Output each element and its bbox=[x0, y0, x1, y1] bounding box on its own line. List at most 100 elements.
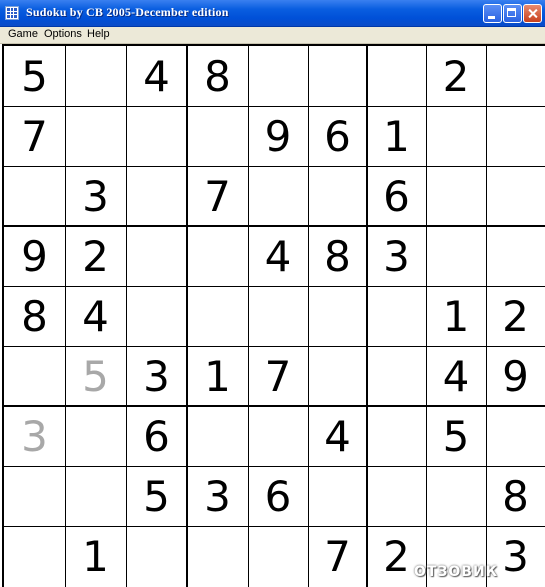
window-title: Sudoku by CB 2005-December edition bbox=[26, 5, 229, 19]
cell-r1-c5[interactable] bbox=[248, 46, 308, 106]
cell-r5-c8[interactable]: 1 bbox=[426, 286, 486, 346]
cell-r7-c7[interactable] bbox=[367, 406, 426, 466]
menu-game[interactable]: Game bbox=[8, 28, 38, 40]
cell-r8-c5[interactable]: 6 bbox=[248, 466, 308, 526]
cell-r8-c1[interactable] bbox=[4, 466, 65, 526]
maximize-button[interactable] bbox=[503, 4, 522, 23]
cell-r2-c6[interactable]: 6 bbox=[308, 106, 367, 166]
close-button[interactable] bbox=[523, 4, 542, 23]
box-divider-vertical bbox=[186, 46, 188, 587]
minimize-button[interactable] bbox=[483, 4, 502, 23]
cell-r7-c1[interactable]: 3 bbox=[4, 406, 65, 466]
menu-bar: Game Options Help bbox=[0, 27, 545, 44]
cell-r8-c7[interactable] bbox=[367, 466, 426, 526]
cell-divider-vertical bbox=[126, 46, 127, 587]
cell-r2-c5[interactable]: 9 bbox=[248, 106, 308, 166]
cell-r7-c8[interactable]: 5 bbox=[426, 406, 486, 466]
cell-r9-c2[interactable]: 1 bbox=[65, 526, 126, 587]
cell-r8-c6[interactable] bbox=[308, 466, 367, 526]
cell-r5-c6[interactable] bbox=[308, 286, 367, 346]
cell-r3-c5[interactable] bbox=[248, 166, 308, 226]
cell-r5-c2[interactable]: 4 bbox=[65, 286, 126, 346]
cell-r3-c3[interactable] bbox=[126, 166, 187, 226]
cell-r7-c2[interactable] bbox=[65, 406, 126, 466]
box-divider-horizontal bbox=[4, 405, 545, 407]
cell-r3-c2[interactable]: 3 bbox=[65, 166, 126, 226]
cell-r8-c9[interactable]: 8 bbox=[486, 466, 545, 526]
cell-r8-c8[interactable] bbox=[426, 466, 486, 526]
cell-r2-c4[interactable] bbox=[187, 106, 248, 166]
cell-r9-c1[interactable] bbox=[4, 526, 65, 587]
cell-r6-c9[interactable]: 9 bbox=[486, 346, 545, 406]
cell-r4-c7[interactable]: 3 bbox=[367, 226, 426, 286]
cell-r1-c1[interactable]: 5 bbox=[4, 46, 65, 106]
cell-r4-c2[interactable]: 2 bbox=[65, 226, 126, 286]
cell-r3-c9[interactable] bbox=[486, 166, 545, 226]
cell-divider-horizontal bbox=[4, 286, 545, 287]
cell-r2-c7[interactable]: 1 bbox=[367, 106, 426, 166]
cell-r1-c3[interactable]: 4 bbox=[126, 46, 187, 106]
cell-r6-c4[interactable]: 1 bbox=[187, 346, 248, 406]
cell-r7-c3[interactable]: 6 bbox=[126, 406, 187, 466]
menu-help[interactable]: Help bbox=[87, 28, 110, 40]
cell-r3-c6[interactable] bbox=[308, 166, 367, 226]
cell-r9-c3[interactable] bbox=[126, 526, 187, 587]
cell-r1-c8[interactable]: 2 bbox=[426, 46, 486, 106]
cell-r6-c6[interactable] bbox=[308, 346, 367, 406]
cell-r5-c4[interactable] bbox=[187, 286, 248, 346]
cell-r5-c1[interactable]: 8 bbox=[4, 286, 65, 346]
cell-r6-c3[interactable]: 3 bbox=[126, 346, 187, 406]
cell-r2-c2[interactable] bbox=[65, 106, 126, 166]
menu-options[interactable]: Options bbox=[44, 28, 82, 40]
cell-r6-c8[interactable]: 4 bbox=[426, 346, 486, 406]
cell-divider-horizontal bbox=[4, 346, 545, 347]
cell-r5-c5[interactable] bbox=[248, 286, 308, 346]
cell-r6-c2[interactable]: 5 bbox=[65, 346, 126, 406]
cell-r5-c9[interactable]: 2 bbox=[486, 286, 545, 346]
cell-r4-c5[interactable]: 4 bbox=[248, 226, 308, 286]
cell-r4-c1[interactable]: 9 bbox=[4, 226, 65, 286]
cell-r5-c3[interactable] bbox=[126, 286, 187, 346]
cell-r5-c7[interactable] bbox=[367, 286, 426, 346]
cell-r1-c4[interactable]: 8 bbox=[187, 46, 248, 106]
cell-r7-c9[interactable] bbox=[486, 406, 545, 466]
cell-r1-c7[interactable] bbox=[367, 46, 426, 106]
cell-r4-c3[interactable] bbox=[126, 226, 187, 286]
cell-divider-vertical bbox=[486, 46, 487, 587]
cell-r8-c4[interactable]: 3 bbox=[187, 466, 248, 526]
cell-r7-c4[interactable] bbox=[187, 406, 248, 466]
cell-divider-horizontal bbox=[4, 466, 545, 467]
cell-r4-c8[interactable] bbox=[426, 226, 486, 286]
cell-r3-c8[interactable] bbox=[426, 166, 486, 226]
cell-r3-c1[interactable] bbox=[4, 166, 65, 226]
cell-r3-c4[interactable]: 7 bbox=[187, 166, 248, 226]
cell-divider-horizontal bbox=[4, 166, 545, 167]
cell-r2-c9[interactable] bbox=[486, 106, 545, 166]
cell-r2-c1[interactable]: 7 bbox=[4, 106, 65, 166]
cell-r1-c9[interactable] bbox=[486, 46, 545, 106]
cell-r9-c5[interactable] bbox=[248, 526, 308, 587]
cell-r6-c1[interactable] bbox=[4, 346, 65, 406]
cell-divider-horizontal bbox=[4, 526, 545, 527]
cell-r6-c7[interactable] bbox=[367, 346, 426, 406]
cell-r1-c6[interactable] bbox=[308, 46, 367, 106]
cell-r9-c4[interactable] bbox=[187, 526, 248, 587]
cell-r2-c3[interactable] bbox=[126, 106, 187, 166]
cell-r2-c8[interactable] bbox=[426, 106, 486, 166]
sudoku-board: 54827961376924838412531749364553681723 bbox=[2, 44, 545, 587]
cell-r6-c5[interactable]: 7 bbox=[248, 346, 308, 406]
cell-r4-c9[interactable] bbox=[486, 226, 545, 286]
cell-r4-c6[interactable]: 8 bbox=[308, 226, 367, 286]
cell-r3-c7[interactable]: 6 bbox=[367, 166, 426, 226]
cell-r7-c6[interactable]: 4 bbox=[308, 406, 367, 466]
cell-r1-c2[interactable] bbox=[65, 46, 126, 106]
cell-r4-c4[interactable] bbox=[187, 226, 248, 286]
box-divider-vertical bbox=[366, 46, 368, 587]
watermark-logo: ОТЗОВИК bbox=[414, 564, 499, 580]
cell-r8-c2[interactable] bbox=[65, 466, 126, 526]
app-grid-icon bbox=[5, 6, 19, 20]
cell-r7-c5[interactable] bbox=[248, 406, 308, 466]
cell-r8-c3[interactable]: 5 bbox=[126, 466, 187, 526]
cell-r9-c6[interactable]: 7 bbox=[308, 526, 367, 587]
title-bar[interactable]: Sudoku by CB 2005-December edition bbox=[0, 0, 545, 27]
